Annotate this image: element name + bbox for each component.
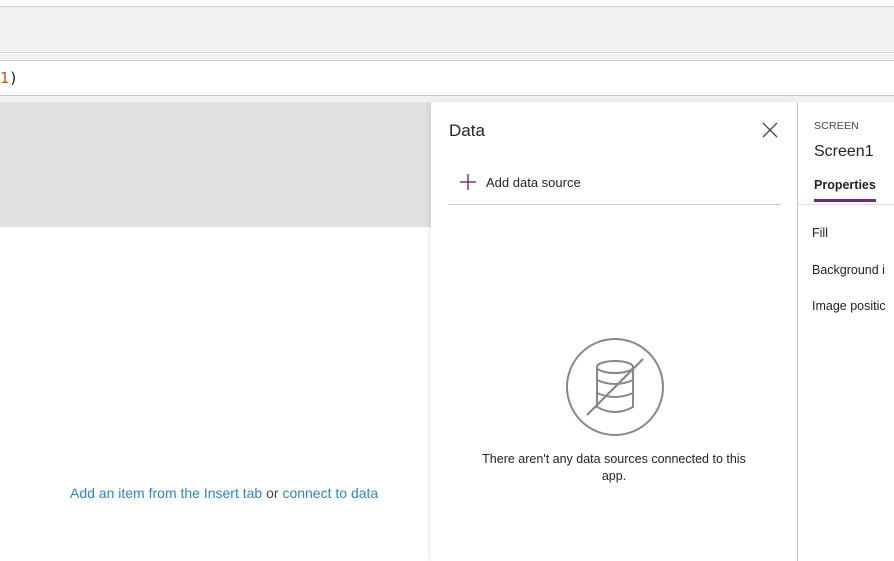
add-data-source-button[interactable]: Add data source [458,170,581,194]
formula-number: 1 [0,69,10,87]
no-database-icon [566,338,664,436]
canvas-hint: Add an item from the Insert tab or conne… [70,485,378,501]
command-ribbon [0,7,894,53]
panel-title: Data [449,121,485,140]
formula-suffix: ) [9,69,19,87]
property-image-position[interactable]: Image positic [812,299,886,313]
plus-icon [460,174,476,190]
close-icon [762,122,778,138]
properties-pane: SCREEN Screen1 Properties Fill Backgroun… [798,102,894,561]
tab-properties[interactable]: Properties [814,178,876,192]
panel-divider [448,204,781,205]
props-divider [798,204,894,205]
close-panel-button[interactable] [761,121,779,139]
active-tab-indicator [814,199,876,202]
control-name[interactable]: Screen1 [814,143,874,161]
property-background-image[interactable]: Background i [812,263,885,277]
title-bar [0,0,894,7]
empty-state-message: There aren't any data sources connected … [482,452,746,483]
hint-separator: or [266,485,279,501]
formula-text[interactable]: 1) [0,69,18,87]
screen-canvas[interactable]: Add an item from the Insert tab or conne… [0,102,431,561]
canvas-header-area[interactable] [0,102,431,227]
power-apps-studio: 1) Add an item from the Insert tab or co… [0,0,894,561]
add-data-source-label: Add data source [486,174,581,190]
formula-bar[interactable]: 1) [0,60,894,96]
connect-data-link[interactable]: connect to data [282,485,378,501]
insert-tab-link[interactable]: Add an item from the Insert tab [70,485,262,501]
control-kind-label: SCREEN [814,120,859,132]
data-panel: Data Add data source There aren't any da… [431,102,797,561]
property-fill[interactable]: Fill [812,226,828,240]
